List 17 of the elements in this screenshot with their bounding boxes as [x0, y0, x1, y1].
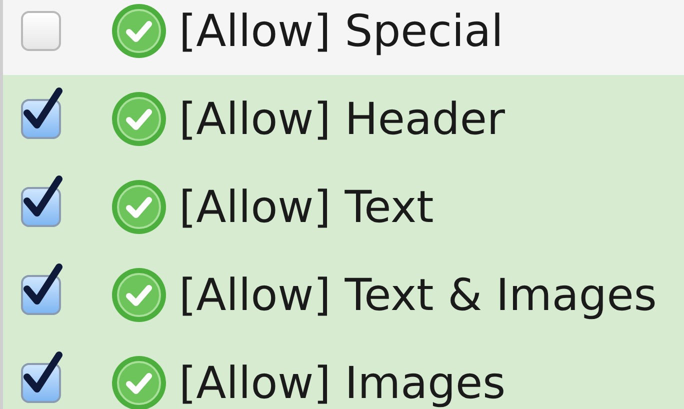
item-label: [Allow] Special [179, 6, 504, 56]
item-label: [Allow] Images [179, 358, 506, 408]
list-row[interactable]: [Allow] Images [3, 339, 684, 409]
item-label: [Allow] Text & Images [179, 270, 657, 320]
list-row[interactable]: [Allow] Text & Images [3, 251, 684, 339]
checkbox[interactable] [21, 87, 65, 139]
checkbox[interactable] [21, 263, 65, 315]
check-circle-icon [111, 267, 167, 323]
check-circle-icon [111, 91, 167, 147]
list-row[interactable]: [Allow] Text [3, 163, 684, 251]
check-circle-icon [111, 3, 167, 59]
item-label: [Allow] Text [179, 182, 434, 232]
item-label: [Allow] Header [179, 94, 505, 144]
checkbox[interactable] [21, 351, 65, 403]
check-circle-icon [111, 179, 167, 235]
checkbox[interactable] [21, 175, 65, 227]
list-row[interactable]: [Allow] Header [3, 75, 684, 163]
